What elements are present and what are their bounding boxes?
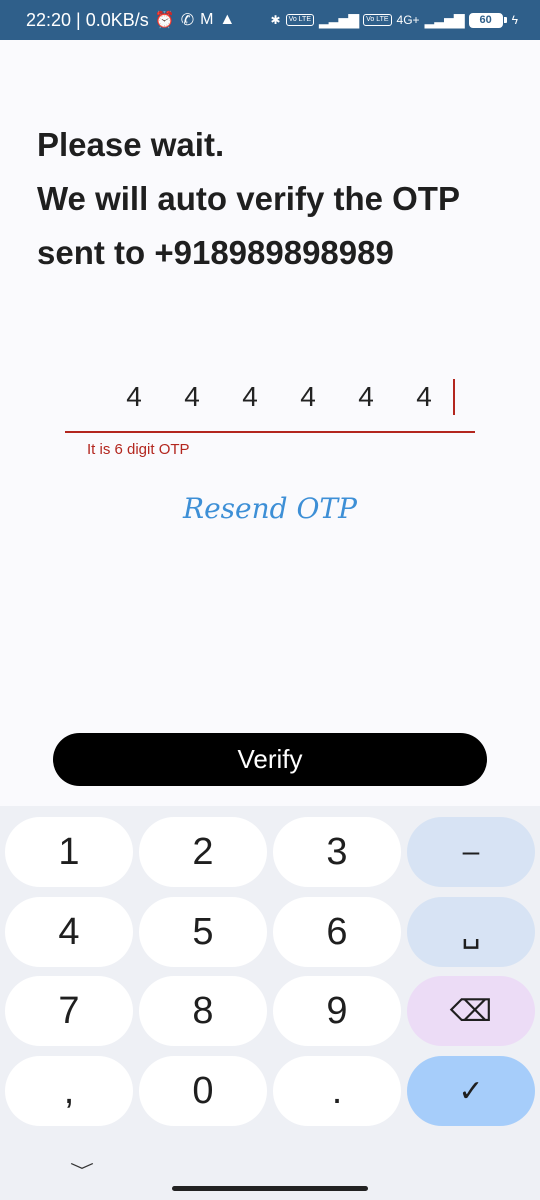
key-period[interactable]: . <box>273 1056 401 1126</box>
app-icon: ▲ <box>219 11 236 28</box>
status-left: 22:20 | 0.0KB/s ⏰ ✆ M ▲ <box>26 10 235 31</box>
battery-level: 60 <box>468 12 503 28</box>
bluetooth-icon: ✱ <box>270 13 281 27</box>
status-time-speed: 22:20 | 0.0KB/s <box>26 9 149 30</box>
key-1[interactable]: 1 <box>5 817 133 887</box>
battery-icon: 60 <box>468 12 507 28</box>
otp-digit-2: 4 <box>184 381 200 412</box>
otp-digit-1: 4 <box>126 381 142 412</box>
key-4[interactable]: 4 <box>5 897 133 967</box>
enter-key[interactable]: ✓ <box>407 1056 535 1126</box>
gmail-icon: M <box>200 11 214 28</box>
key-space[interactable]: ␣ <box>407 897 535 967</box>
battery-tip <box>503 17 507 23</box>
network-type: 4G+ <box>396 13 420 27</box>
title-line-2: We will auto verify the OTP <box>37 180 460 217</box>
key-9[interactable]: 9 <box>273 976 401 1046</box>
otp-digit-4: 4 <box>300 381 316 412</box>
key-7[interactable]: 7 <box>5 976 133 1046</box>
key-8[interactable]: 8 <box>139 976 267 1046</box>
keyboard-hide-chevron-icon[interactable]: ﹀ <box>70 1157 94 1182</box>
status-bar: 22:20 | 0.0KB/s ⏰ ✆ M ▲ ✱ Vo LTE ▂▃▅▇ Vo… <box>0 0 540 40</box>
verify-button[interactable]: Verify <box>53 733 487 786</box>
key-minus[interactable]: – <box>407 817 535 887</box>
key-6[interactable]: 6 <box>273 897 401 967</box>
key-2[interactable]: 2 <box>139 817 267 887</box>
otp-input[interactable]: 4 4 4 4 4 4 <box>65 372 475 422</box>
status-right: ✱ Vo LTE ▂▃▅▇ Vo LTE 4G+ ▂▃▅▇ 60 ϟ <box>270 11 518 29</box>
alarm-icon: ⏰ <box>154 12 175 29</box>
page-title: Please wait. We will auto verify the OTP… <box>37 118 517 280</box>
title-line-3: sent to +918989898989 <box>37 234 394 271</box>
title-line-1: Please wait. <box>37 126 225 163</box>
key-3[interactable]: 3 <box>273 817 401 887</box>
otp-error-message: It is 6 digit OTP <box>87 441 190 458</box>
resend-otp-link[interactable]: Resend OTP <box>0 492 540 525</box>
otp-digit-6: 4 <box>416 381 432 412</box>
signal-icon: ▂▃▅▇ <box>319 11 359 28</box>
charging-icon: ϟ <box>511 13 518 27</box>
key-0[interactable]: 0 <box>139 1056 267 1126</box>
text-cursor <box>453 379 455 415</box>
key-comma[interactable]: , <box>5 1056 133 1126</box>
whatsapp-icon: ✆ <box>180 12 195 29</box>
signal-icon-2: ▂▃▅▇ <box>424 11 465 28</box>
otp-digit-5: 4 <box>358 381 374 412</box>
otp-digit-3: 4 <box>242 381 258 412</box>
backspace-key[interactable]: ⌫ <box>407 976 535 1046</box>
sim2-badge: Vo LTE <box>363 14 392 26</box>
otp-underline <box>65 431 475 433</box>
home-indicator[interactable] <box>172 1186 368 1191</box>
key-5[interactable]: 5 <box>139 897 267 967</box>
sim1-badge: Vo LTE <box>285 14 315 26</box>
